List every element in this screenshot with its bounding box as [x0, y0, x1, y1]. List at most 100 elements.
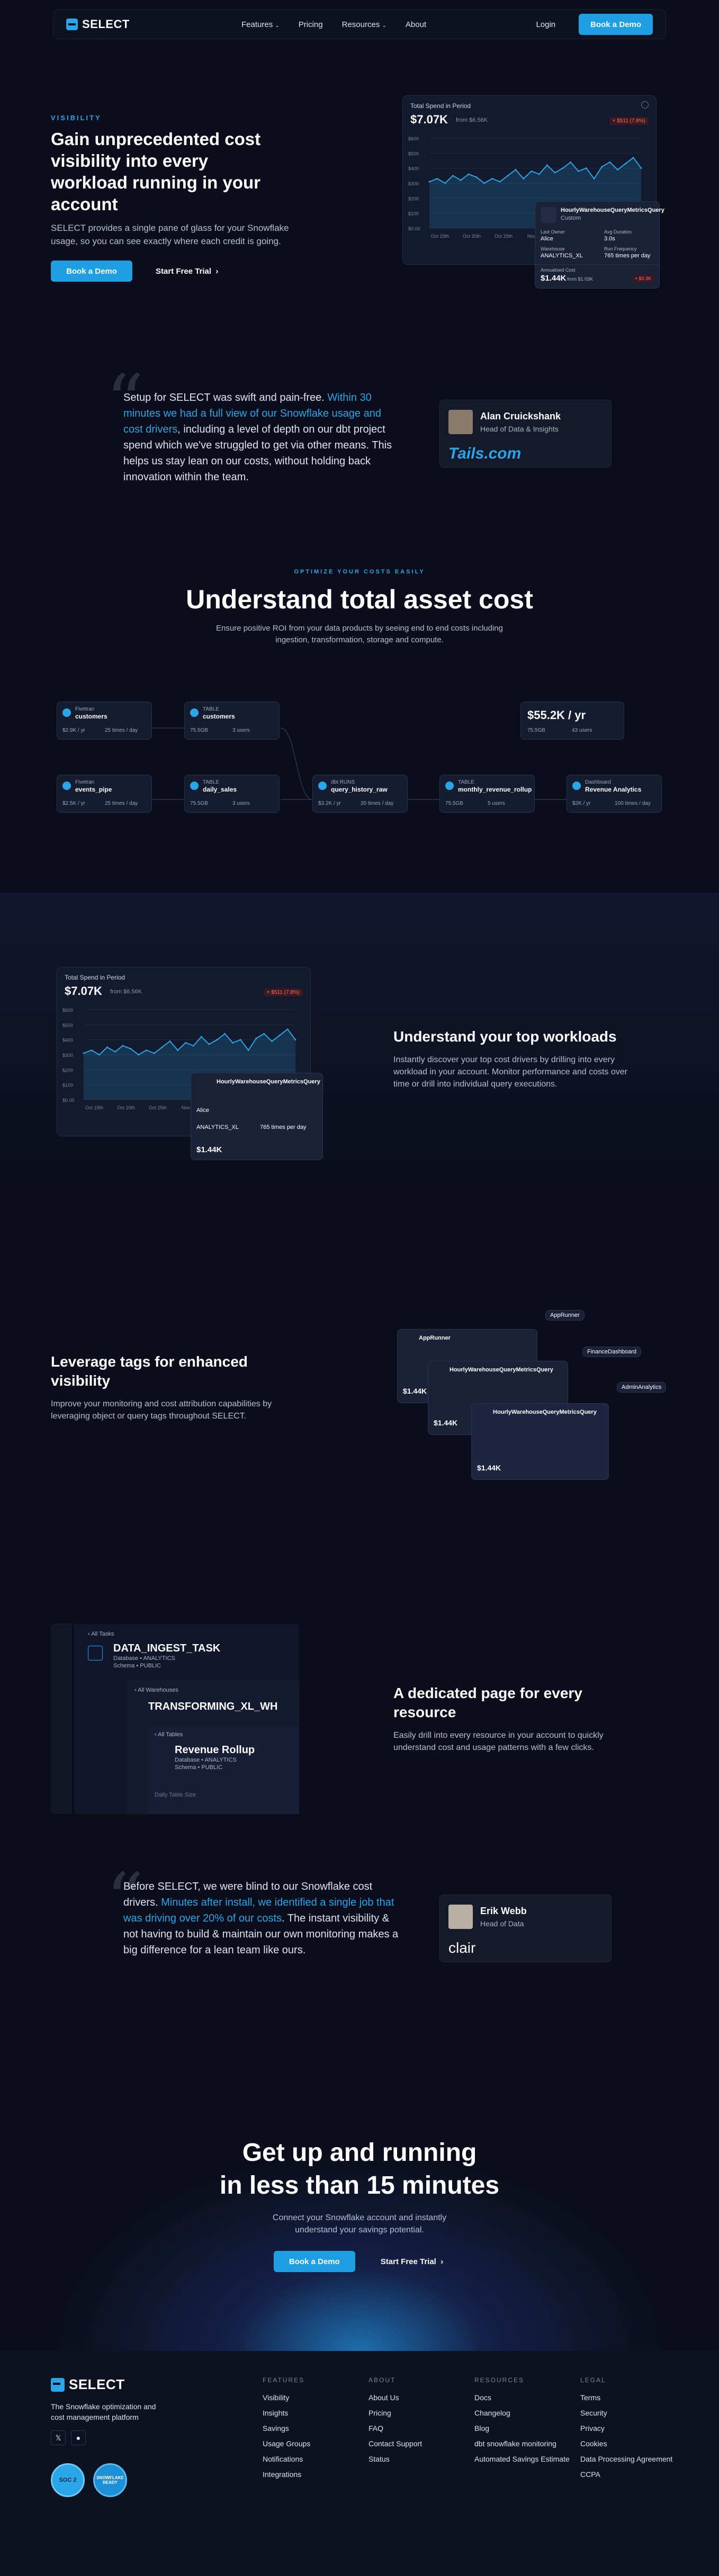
x-tick-label: Oct 15th [85, 1105, 103, 1110]
nav-features[interactable]: Features ⌄ [241, 20, 280, 29]
github-icon[interactable]: ● [71, 2430, 86, 2445]
nav-about[interactable]: About [406, 20, 426, 29]
footer-link[interactable]: Blog [474, 2424, 575, 2433]
y-tick-label: $500 [408, 151, 419, 156]
footer-link[interactable]: Contact Support [369, 2439, 469, 2448]
footer-link[interactable]: Status [369, 2455, 469, 2463]
query-popover-card: HourlyWarehouseQueryMetricsQuery Custom … [535, 201, 664, 289]
node-name: Revenue Analytics [585, 786, 642, 793]
footer-link[interactable]: Notifications [263, 2455, 363, 2463]
footer-link[interactable]: Automated Savings Estimate [474, 2455, 575, 2463]
tag-card-title: HourlyWarehouseQueryMetricsQuery [493, 1409, 597, 1415]
footer-link[interactable]: Savings [263, 2424, 363, 2433]
footer-link[interactable]: Integrations [263, 2470, 363, 2479]
node-metric-b: 100 times / day [615, 801, 651, 806]
y-tick-label: $400 [62, 1038, 73, 1043]
y-tick-label: $500 [62, 1022, 73, 1028]
back-link[interactable]: ‹ All Warehouses [134, 1687, 178, 1693]
hero-book-demo-button[interactable]: Book a Demo [51, 261, 132, 282]
y-tick-label: $300 [62, 1053, 73, 1058]
node-metric-a: $2.9K / yr [62, 728, 85, 733]
data-point [294, 1039, 296, 1041]
tags-title: Leverage tags for enhanced visibility [51, 1353, 248, 1389]
data-point [192, 1045, 194, 1047]
footer-link[interactable]: Terms [580, 2393, 681, 2402]
lineage-node[interactable]: Fivetran customers $2.9K / yr 25 times /… [57, 702, 152, 740]
lineage-node[interactable]: TABLE daily_sales 75.5GB 3 users [184, 775, 280, 813]
cta-book-demo-button[interactable]: Book a Demo [273, 2251, 355, 2272]
y-tick-label: $300 [408, 181, 419, 186]
footer-link[interactable]: dbt snowflake monitoring [474, 2439, 575, 2448]
node-name: monthly_revenue_rollup [458, 786, 532, 793]
info-icon[interactable] [641, 101, 649, 109]
footer-link[interactable]: Pricing [369, 2409, 469, 2417]
x-tick-label: Oct 20th [117, 1105, 135, 1110]
lineage-node[interactable]: dbt RUNS query_history_raw $3.2K / yr 20… [312, 775, 408, 813]
back-link[interactable]: ‹ All Tasks [88, 1631, 114, 1637]
data-point [286, 1028, 289, 1030]
hero-section: VISIBILITY Gain unprecedented cost visib… [51, 114, 289, 282]
tag-chip[interactable]: FinanceDashboard [582, 1347, 641, 1357]
tco-eyebrow: OPTIMIZE YOUR COSTS EASILY [294, 569, 425, 575]
tag-card-cost: $1.44K [434, 1419, 458, 1427]
lineage-node[interactable]: TABLE customers 75.5GB 3 users [184, 702, 280, 740]
data-point [247, 1049, 249, 1051]
run-freq-label: Run Frequency [604, 246, 637, 252]
resource-schema: Schema • PUBLIC [175, 1764, 223, 1771]
lineage-node[interactable]: Fivetran events_pipe $2.5K / yr 25 times… [57, 775, 152, 813]
data-point [460, 179, 462, 181]
footer-link[interactable]: CCPA [580, 2470, 681, 2479]
footer-link[interactable]: Visibility [263, 2393, 363, 2402]
book-demo-nav-button[interactable]: Book a Demo [579, 14, 653, 35]
brand-name: SELECT [82, 17, 130, 31]
footer-link[interactable]: About Us [369, 2393, 469, 2402]
data-point [609, 161, 611, 163]
nav-resources[interactable]: Resources ⌄ [342, 20, 387, 29]
lineage-node[interactable]: TABLE monthly_revenue_rollup 75.5GB 5 us… [439, 775, 535, 813]
footer-link[interactable]: Security [580, 2409, 681, 2417]
footer-link[interactable]: Privacy [580, 2424, 681, 2433]
chevron-down-icon: ⌄ [275, 22, 280, 29]
footer: SELECT The Snowflake optimization and co… [0, 2351, 719, 2576]
back-link[interactable]: ‹ All Tables [155, 1731, 183, 1738]
cta-start-trial-button[interactable]: Start Free Trial › [379, 2251, 445, 2272]
node-name: customers [203, 713, 235, 720]
footer-link[interactable]: Docs [474, 2393, 575, 2402]
x-twitter-icon[interactable]: 𝕏 [51, 2430, 66, 2445]
footer-link[interactable]: FAQ [369, 2424, 469, 2433]
tag-chip[interactable]: AdminAnalytics [617, 1382, 667, 1393]
footer-logo[interactable]: SELECT [51, 2376, 125, 2393]
footer-link[interactable]: Data Processing Agreement [580, 2455, 681, 2463]
tags-text: Leverage tags for enhanced visibility Im… [51, 1352, 297, 1422]
table-page: ‹ All Tables Revenue Rollup Database • A… [148, 1726, 299, 1814]
chevron-down-icon: ⌄ [382, 22, 387, 29]
total-users: 43 users [572, 728, 592, 733]
hero-start-trial-button[interactable]: Start Free Trial › [154, 261, 220, 282]
tag-chip[interactable]: AppRunner [545, 1310, 585, 1321]
tco-title: Understand total asset cost [186, 585, 533, 614]
footer-link[interactable]: Changelog [474, 2409, 575, 2417]
footer-link[interactable]: Insights [263, 2409, 363, 2417]
chart-label: Daily Table Size [155, 1792, 196, 1798]
tag-card[interactable]: HourlyWarehouseQueryMetricsQuery $1.44K [471, 1403, 609, 1480]
data-point [531, 170, 533, 172]
node-metric-a: 75.5GB [445, 801, 463, 806]
lineage-node[interactable]: Dashboard Revenue Analytics $2K / yr 100… [567, 775, 662, 813]
data-point [436, 178, 438, 179]
footer-link[interactable]: Cookies [580, 2439, 681, 2448]
brand-logo[interactable]: SELECT [66, 17, 130, 31]
duration-label: Avg Duration [604, 229, 632, 235]
login-link[interactable]: Login [536, 20, 555, 29]
total-cost-card: $55.2K / yr 75.5GB 43 users [520, 702, 624, 740]
nav-pricing[interactable]: Pricing [299, 20, 323, 29]
tag-card-title: AppRunner [419, 1335, 451, 1341]
data-point [523, 178, 525, 179]
x-tick-label: Oct 25th [149, 1105, 167, 1110]
footer-link[interactable]: Usage Groups [263, 2439, 363, 2448]
data-point [255, 1037, 257, 1039]
data-point [577, 170, 579, 172]
footer-col: FEATURES Visibility Insights Savings Usage G… [263, 2376, 363, 2485]
data-point [546, 164, 548, 166]
data-point [271, 1040, 273, 1042]
tag-card-title: HourlyWarehouseQueryMetricsQuery [450, 1367, 553, 1373]
